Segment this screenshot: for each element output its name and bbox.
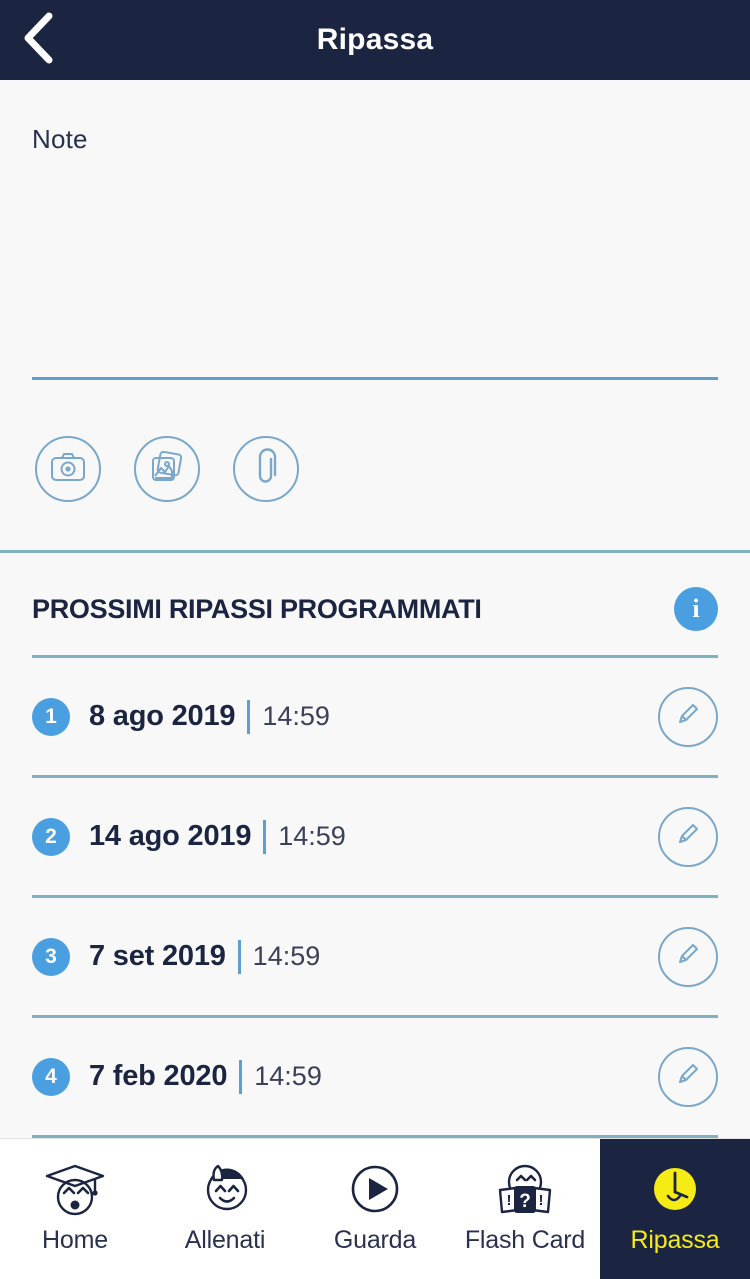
pencil-icon: [673, 939, 703, 974]
back-button[interactable]: [10, 12, 66, 68]
edit-button[interactable]: [658, 806, 718, 867]
nav-item-allenati[interactable]: Allenati: [150, 1139, 300, 1279]
schedule-section: PROSSIMI RIPASSI PROGRAMMATI i 1 8 ago 2…: [0, 553, 750, 1138]
edit-button[interactable]: [658, 686, 718, 747]
gallery-button[interactable]: [134, 436, 200, 502]
chevron-left-icon: [21, 11, 55, 70]
row-separator: [263, 819, 267, 854]
nav-item-guarda[interactable]: Guarda: [300, 1139, 450, 1279]
svg-text:?: ?: [519, 1191, 531, 1212]
graduate-face-icon: [43, 1158, 107, 1220]
nav-label: Guarda: [333, 1225, 417, 1254]
nav-label: Allenati: [184, 1225, 266, 1254]
note-placeholder: Note: [32, 124, 88, 154]
pencil-icon: [673, 1059, 703, 1094]
bottom-navigation: Home Allenati Guarda ! ! ? Flash Card Ri…: [0, 1138, 750, 1279]
clock-icon: [644, 1158, 706, 1220]
pencil-icon: [673, 699, 703, 734]
app-header: Ripassa: [0, 0, 750, 80]
row-date: 7 set 2019: [89, 940, 226, 972]
row-time: 14:59: [254, 1061, 322, 1091]
attachment-button[interactable]: [233, 436, 299, 502]
info-icon[interactable]: i: [674, 587, 718, 631]
row-date: 14 ago 2019: [89, 820, 252, 852]
row-separator: [239, 1059, 243, 1094]
table-row[interactable]: 3 7 set 2019 14:59: [32, 898, 718, 1015]
svg-text:!: !: [507, 1192, 512, 1209]
row-date: 7 feb 2020: [89, 1060, 228, 1092]
app-screen: Ripassa Note PROSSIMI RIPASSI PROGRAMMAT…: [0, 0, 750, 1279]
row-separator: [237, 939, 241, 974]
table-row[interactable]: 2 14 ago 2019 14:59: [32, 778, 718, 895]
paperclip-icon: [253, 447, 279, 491]
pencil-icon: [673, 819, 703, 854]
row-index-badge: 3: [32, 937, 70, 976]
nav-item-flash-card[interactable]: ! ! ? Flash Card: [450, 1139, 600, 1279]
nav-label: Flash Card: [464, 1225, 586, 1254]
sweating-face-icon: [193, 1158, 257, 1220]
svg-text:!: !: [539, 1192, 544, 1209]
nav-item-ripassa[interactable]: Ripassa: [600, 1139, 750, 1279]
page-title: Ripassa: [316, 23, 434, 56]
nav-label: Ripassa: [630, 1225, 720, 1254]
row-index-badge: 4: [32, 1057, 70, 1096]
gallery-icon: [149, 450, 185, 489]
note-input[interactable]: Note: [32, 80, 718, 380]
row-index-badge: 1: [32, 697, 70, 736]
play-circle-icon: [345, 1158, 405, 1220]
row-date: 8 ago 2019: [89, 700, 236, 732]
row-time: 14:59: [262, 701, 330, 731]
row-index-badge: 2: [32, 817, 70, 856]
row-separator: [247, 699, 251, 734]
note-section: Note: [0, 80, 750, 550]
camera-icon: [50, 451, 86, 488]
section-title: PROSSIMI RIPASSI PROGRAMMATI: [32, 593, 482, 624]
row-time: 14:59: [278, 821, 346, 851]
table-row[interactable]: 4 7 feb 2020 14:59: [32, 1018, 718, 1135]
nav-label: Home: [42, 1225, 108, 1254]
edit-button[interactable]: [658, 1046, 718, 1107]
flashcard-face-icon: ! ! ?: [492, 1158, 558, 1220]
schedule-header: PROSSIMI RIPASSI PROGRAMMATI i: [32, 553, 718, 655]
row-time: 14:59: [252, 941, 321, 971]
edit-button[interactable]: [658, 926, 718, 987]
nav-item-home[interactable]: Home: [0, 1139, 150, 1279]
camera-button[interactable]: [35, 436, 101, 502]
attachment-toolbar: [32, 380, 718, 550]
table-row[interactable]: 1 8 ago 2019 14:59: [32, 658, 718, 775]
